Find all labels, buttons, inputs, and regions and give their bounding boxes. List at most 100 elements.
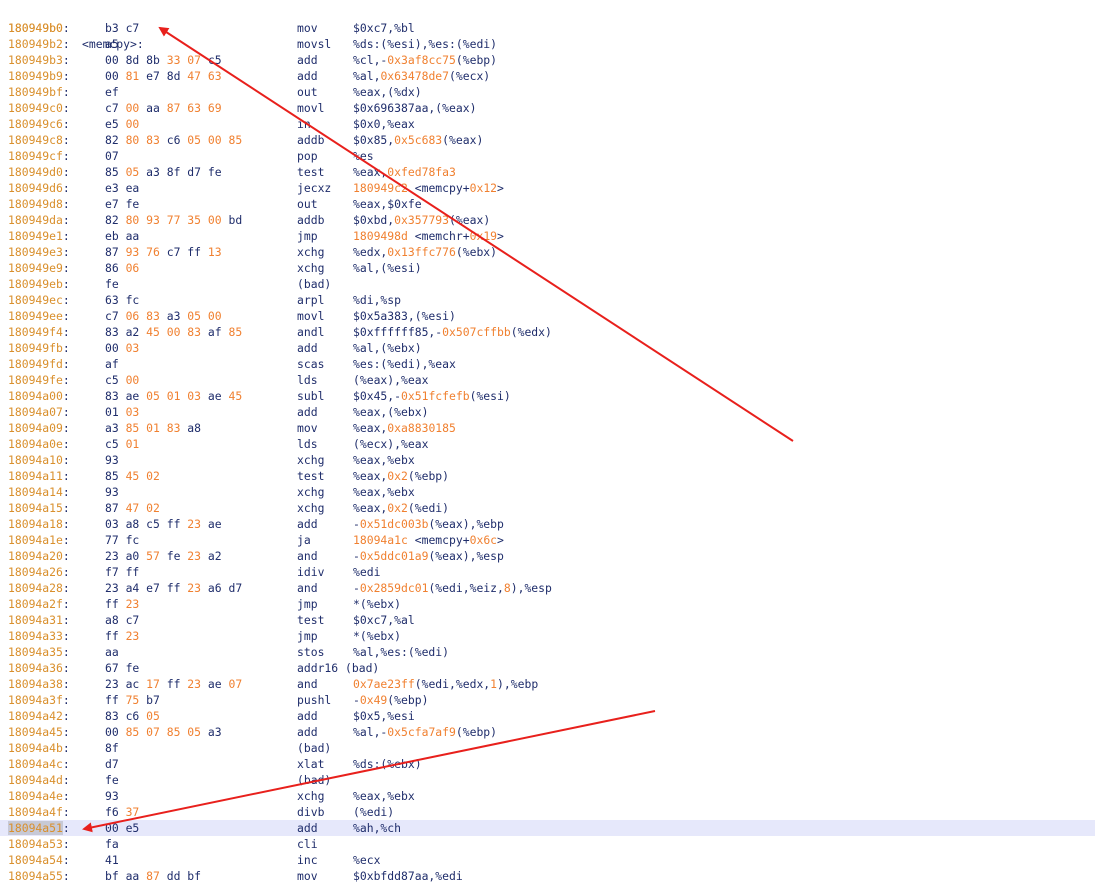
instruction-row[interactable]: 18094a1e: 77 fc ja 18094a1c <memcpy+0x6c>	[0, 532, 1095, 548]
operand-text: (%ebp)	[455, 53, 498, 67]
instruction-row[interactable]: 18094a45: 00 85 07 85 05 a3 add %al,-0x5cfa…	[0, 724, 1095, 740]
instruction-row[interactable]: 180949c0: c7 00 aa 87 63 69 movl $0x696387a…	[0, 100, 1095, 116]
instruction-row[interactable]: 18094a10: 93 xchg %eax,%ebx	[0, 452, 1095, 468]
instruction-address: 180949c8:	[8, 132, 70, 148]
instruction-row[interactable]: 18094a3f: ff 75 b7 pushl -0x49(%ebp)	[0, 692, 1095, 708]
instruction-row[interactable]: 18094a4c: d7 xlat %ds:(%ebx)	[0, 756, 1095, 772]
byte: ac	[118, 677, 140, 691]
byte: 47	[180, 69, 202, 83]
instruction-address: 18094a26:	[8, 564, 70, 580]
instruction-row[interactable]: 18094a20: 23 a0 57 fe 23 a2 and -0x5ddc01a9…	[0, 548, 1095, 564]
instruction-row[interactable]: 180949d6: e3 ea jecxz 180949c2 <memcpy+0x12…	[0, 180, 1095, 196]
instruction-bytes: 83 a2 45 00 83 af 85	[105, 324, 242, 340]
instruction-row[interactable]: 18094a38: 23 ac 17 ff 23 ae 07 and 0x7ae23f…	[0, 676, 1095, 692]
operand-number: 0x357793	[394, 213, 450, 227]
instruction-row[interactable]: 18094a07: 01 03 add %eax,(%ebx)	[0, 404, 1095, 420]
byte: 23	[180, 581, 202, 595]
operand-number: 0x63478de7	[380, 69, 450, 83]
instruction-row[interactable]: 18094a4f: f6 37 divb (%edi)	[0, 804, 1095, 820]
byte: 05	[118, 165, 140, 179]
operand-number: 0xa8830185	[387, 421, 456, 435]
instruction-row[interactable]: 180949ec: 63 fc arpl %di,%sp	[0, 292, 1095, 308]
function-header: 180949b0 <memcpy>:	[0, 4, 1095, 51]
address-text: 180949eb	[8, 277, 63, 291]
instruction-row[interactable]: 180949c8: 82 80 83 c6 05 00 85 addb $0x85,0…	[0, 132, 1095, 148]
instruction-row[interactable]: 18094a53: fa cli	[0, 836, 1095, 852]
operand-text: ),%ebp	[497, 677, 539, 691]
instruction-mnemonic: idiv	[297, 565, 325, 579]
operand-text: %eax,	[353, 421, 388, 435]
instruction-row[interactable]: 18094a15: 87 47 02 xchg %eax,0x2(%edi)	[0, 500, 1095, 516]
instruction-row[interactable]: 18094a14: 93 xchg %eax,%ebx	[0, 484, 1095, 500]
instruction-row[interactable]: 18094a2f: ff 23 jmp *(%ebx)	[0, 596, 1095, 612]
instruction-row[interactable]: 18094a26: f7 ff idiv %edi	[0, 564, 1095, 580]
address-text: 18094a4b	[8, 741, 63, 755]
operand-number: 0x507cffbb	[442, 325, 511, 339]
instruction-row[interactable]: 18094a09: a3 85 01 83 a8 mov %eax,0xa883018…	[0, 420, 1095, 436]
instruction-row[interactable]: 18094a4e: 93 xchg %eax,%ebx	[0, 788, 1095, 804]
byte: 83	[105, 709, 119, 723]
instruction-row[interactable]: 180949fe: c5 00 lds (%eax),%eax	[0, 372, 1095, 388]
instruction-row[interactable]: 18094a28: 23 a4 e7 ff 23 a6 d7 and -0x2859d…	[0, 580, 1095, 596]
instruction-address: 18094a35:	[8, 644, 70, 660]
operand-text: %ds:(%esi),%es:(%edi)	[353, 37, 498, 51]
operand-text: %ds:(%ebx)	[353, 757, 422, 771]
instruction-row[interactable]: 18094a4d: fe (bad)	[0, 772, 1095, 788]
operand-number: 0xfed78fa3	[387, 165, 456, 179]
instruction-bytes: 82 80 83 c6 05 00 85	[105, 132, 242, 148]
instruction-row[interactable]: 18094a33: ff 23 jmp *(%ebx)	[0, 628, 1095, 644]
instruction-mnemonic: and	[297, 677, 318, 691]
instruction-address: 18094a33:	[8, 628, 70, 644]
byte: c5	[105, 437, 119, 451]
instruction-row[interactable]: 180949e9: 86 06 xchg %al,(%esi)	[0, 260, 1095, 276]
instruction-bytes: 77 fc	[105, 532, 139, 548]
instruction-row[interactable]: 180949fb: 00 03 add %al,(%ebx)	[0, 340, 1095, 356]
instruction-row[interactable]: 18094a35: aa stos %al,%es:(%edi)	[0, 644, 1095, 660]
instruction-row[interactable]: 180949e3: 87 93 76 c7 ff 13 xchg %edx,0x13f…	[0, 244, 1095, 260]
address-colon: :	[62, 101, 70, 115]
instruction-operands: $0x0,%eax	[353, 116, 415, 132]
instruction-row[interactable]: 180949da: 82 80 93 77 35 00 bd addb $0xbd,0…	[0, 212, 1095, 228]
instruction-row[interactable]: 18094a11: 85 45 02 test %eax,0x2(%ebp)	[0, 468, 1095, 484]
instruction-row[interactable]: 18094a51: 00 e5 add %ah,%ch	[0, 820, 1095, 836]
instruction-operands: $0xc7,%al	[353, 612, 415, 628]
address-colon: :	[62, 757, 70, 771]
instruction-row[interactable]: 180949b3: 00 8d 8b 33 07 c5 add %cl,-0x3af8…	[0, 52, 1095, 68]
instruction-bytes: f7 ff	[105, 564, 139, 580]
instruction-operands: %eax,0xfed78fa3	[353, 164, 456, 180]
byte: fa	[105, 837, 119, 851]
instruction-row[interactable]: 180949ee: c7 06 83 a3 05 00 movl $0x5a383,(…	[0, 308, 1095, 324]
instruction-row[interactable]: 180949c6: e5 00 in $0x0,%eax	[0, 116, 1095, 132]
instruction-row[interactable]: 18094a00: 83 ae 05 01 03 ae 45 subl $0x45,-…	[0, 388, 1095, 404]
instruction-row[interactable]: 180949d0: 85 05 a3 8f d7 fe test %eax,0xfed…	[0, 164, 1095, 180]
instruction-row[interactable]: 18094a54: 41 inc %ecx	[0, 852, 1095, 868]
address-text: 180949fb	[8, 341, 63, 355]
instruction-row[interactable]: 180949b2: a5 movsl %ds:(%esi),%es:(%edi)	[0, 36, 1095, 52]
instruction-row[interactable]: 180949d8: e7 fe out %eax,$0xfe	[0, 196, 1095, 212]
instruction-row[interactable]: 18094a0e: c5 01 lds (%ecx),%eax	[0, 436, 1095, 452]
address-text: 18094a2f	[8, 597, 63, 611]
instruction-bytes: 83 c6 05	[105, 708, 160, 724]
instruction-row[interactable]: 180949cf: 07 pop %es	[0, 148, 1095, 164]
byte: c5	[201, 53, 222, 67]
instruction-row[interactable]: 180949bf: ef out %eax,(%dx)	[0, 84, 1095, 100]
instruction-row[interactable]: 180949b0: b3 c7 mov $0xc7,%bl	[0, 20, 1095, 36]
operand-text: %es	[353, 149, 374, 163]
instruction-row[interactable]: 18094a36: 67 fe addr16 (bad)	[0, 660, 1095, 676]
instruction-row[interactable]: 18094a4b: 8f (bad)	[0, 740, 1095, 756]
instruction-row[interactable]: 180949e1: eb aa jmp 1809498d <memchr+0x19>	[0, 228, 1095, 244]
instruction-address: 180949cf:	[8, 148, 70, 164]
instruction-bytes: a5	[105, 36, 119, 52]
instruction-row[interactable]: 180949b9: 00 81 e7 8d 47 63 add %al,0x63478…	[0, 68, 1095, 84]
address-text: 18094a31	[8, 613, 63, 627]
instruction-row[interactable]: 180949f4: 83 a2 45 00 83 af 85 andl $0xffff…	[0, 324, 1095, 340]
instruction-row[interactable]: 18094a18: 03 a8 c5 ff 23 ae add -0x51dc003b…	[0, 516, 1095, 532]
instruction-operands: %eax,(%ebx)	[353, 404, 428, 420]
instruction-row[interactable]: 18094a55: bf aa 87 dd bf mov $0xbfdd87aa,%e…	[0, 868, 1095, 884]
instruction-row[interactable]: 18094a42: 83 c6 05 add $0x5,%esi	[0, 708, 1095, 724]
instruction-row[interactable]: 18094a31: a8 c7 test $0xc7,%al	[0, 612, 1095, 628]
instruction-bytes: 85 45 02	[105, 468, 160, 484]
byte: a8	[180, 421, 202, 435]
instruction-row[interactable]: 180949fd: af scas %es:(%edi),%eax	[0, 356, 1095, 372]
instruction-row[interactable]: 180949eb: fe (bad)	[0, 276, 1095, 292]
